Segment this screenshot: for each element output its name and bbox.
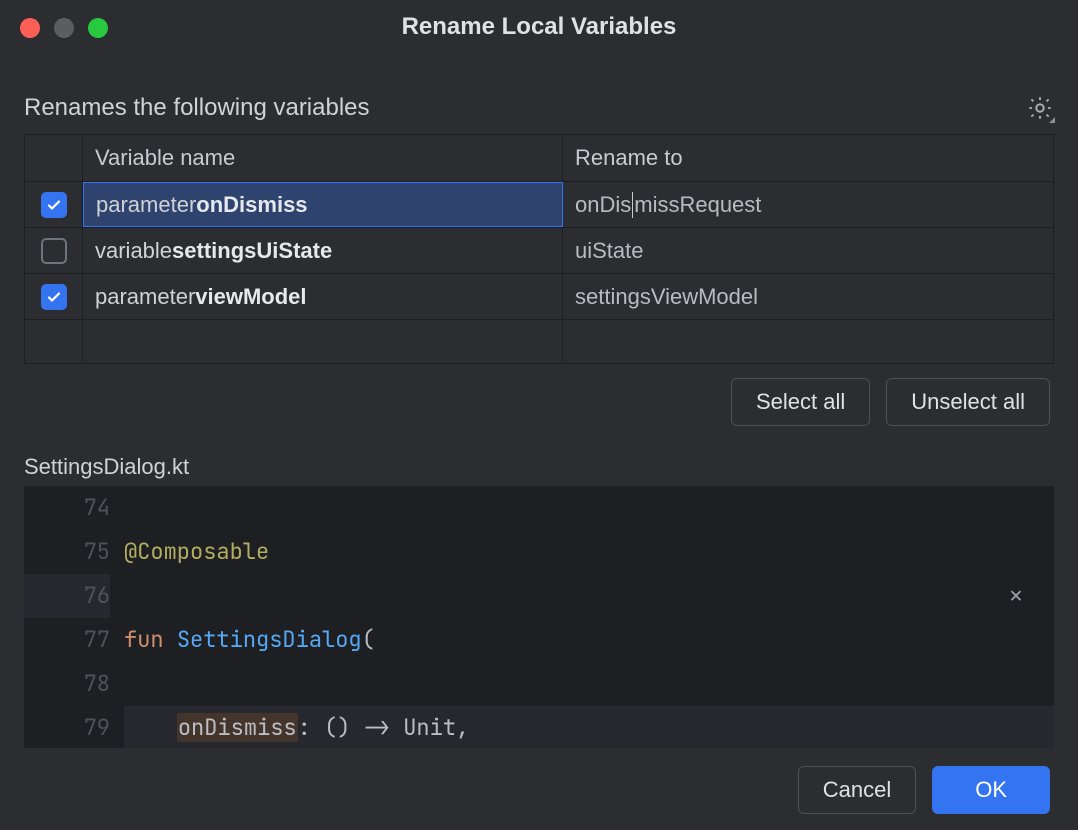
row-kind: parameter [96, 192, 196, 218]
code-body[interactable]: @Composable fun SettingsDialog( onDismis… [124, 486, 1054, 748]
row-checkbox[interactable] [41, 192, 67, 218]
row-identifier: onDismiss [196, 192, 307, 218]
header-variable-name: Variable name [83, 135, 563, 181]
row-checkbox[interactable] [41, 238, 67, 264]
table-header-row: Variable name Rename to [25, 135, 1053, 181]
close-window-button[interactable] [20, 18, 40, 38]
rename-to-cell[interactable]: settingsViewModel [563, 274, 1053, 319]
code-preview: 74 75 76 77 78 79 @Composable fun Settin… [24, 486, 1054, 748]
row-kind: variable [95, 238, 172, 264]
text-caret [632, 192, 633, 218]
header-rename-to: Rename to [563, 135, 1053, 181]
header-checkbox-col [25, 135, 83, 181]
window-title: Rename Local Variables [402, 13, 677, 41]
window-controls [20, 18, 108, 38]
row-identifier: viewModel [195, 284, 306, 310]
gear-icon[interactable] [1026, 94, 1054, 122]
minimize-window-button[interactable] [54, 18, 74, 38]
ok-button[interactable]: OK [932, 766, 1050, 814]
line-gutter: 74 75 76 77 78 79 [24, 486, 124, 748]
zoom-window-button[interactable] [88, 18, 108, 38]
dialog-subtitle: Renames the following variables [24, 94, 370, 122]
cancel-button[interactable]: Cancel [798, 766, 916, 814]
table-spacer [25, 319, 1053, 363]
row-checkbox[interactable] [41, 284, 67, 310]
preview-filename: SettingsDialog.kt [24, 454, 1054, 480]
rename-to-input[interactable]: onDismissRequest [563, 182, 1053, 227]
close-icon[interactable]: ✕ [1002, 582, 1030, 610]
table-row[interactable]: variable settingsUiState uiState [25, 227, 1053, 273]
rename-to-cell[interactable]: uiState [563, 228, 1053, 273]
unselect-all-button[interactable]: Unselect all [886, 378, 1050, 426]
row-kind: parameter [95, 284, 195, 310]
row-identifier: settingsUiState [172, 238, 332, 264]
table-row[interactable]: parameter onDismiss onDismissRequest [25, 181, 1053, 227]
select-all-button[interactable]: Select all [731, 378, 870, 426]
variables-table: Variable name Rename to parameter onDism… [24, 134, 1054, 364]
highlighted-identifier: onDismiss [177, 713, 298, 742]
titlebar: Rename Local Variables [0, 0, 1078, 54]
table-row[interactable]: parameter viewModel settingsViewModel [25, 273, 1053, 319]
